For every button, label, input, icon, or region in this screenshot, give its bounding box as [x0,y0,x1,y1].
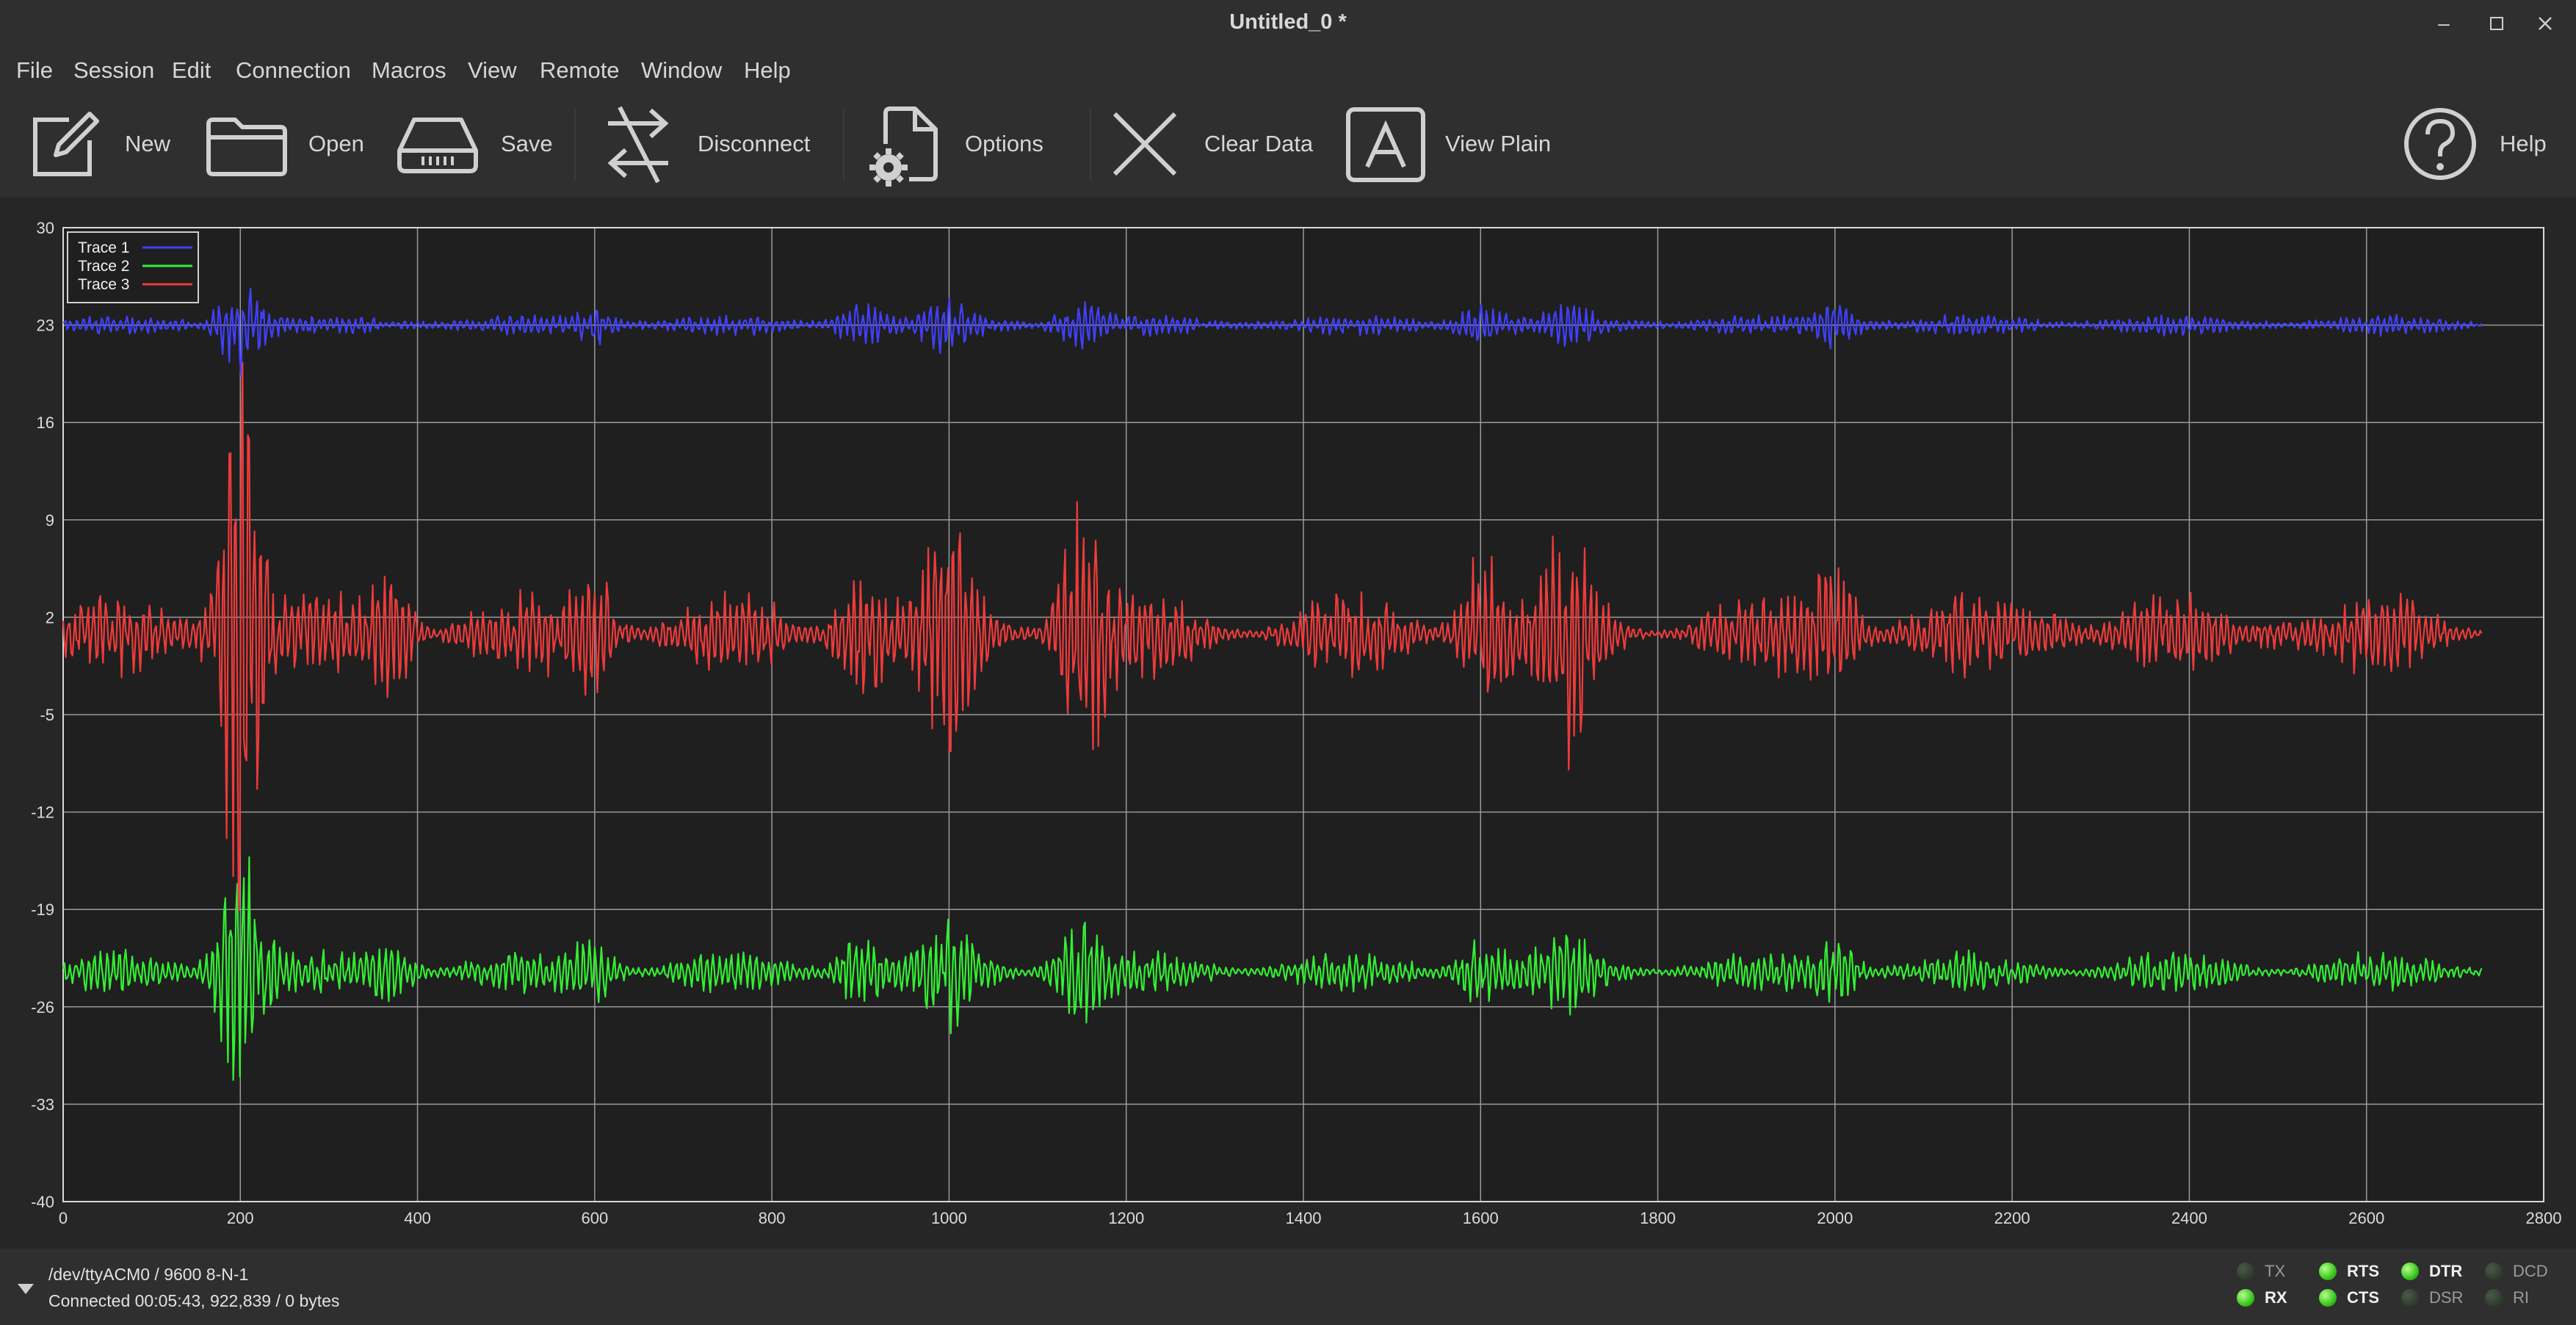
toolbar: New Open Save Disconnect Options Clear D… [0,93,2576,198]
text-view-icon [1346,107,1425,182]
x-tick-label: 400 [404,1209,431,1227]
x-tick-label: 1200 [1108,1209,1144,1227]
disconnect-icon [607,106,669,184]
tx-led-icon [2237,1263,2254,1280]
signal-rx: RX [2237,1288,2287,1307]
clear-icon [1112,112,1177,176]
view-plain-label: View Plain [1445,131,1552,156]
disconnect-label: Disconnect [698,131,811,156]
x-tick-label: 800 [759,1209,786,1227]
x-tick-label: 1000 [931,1209,967,1227]
x-axis-ticks: 0 200 400 600 800 1000 1200 1400 1600 1800 2000 220… [59,1209,2562,1227]
x-tick-label: 2600 [2348,1209,2384,1227]
x-tick-label: 200 [227,1209,254,1227]
chevron-down-icon[interactable] [16,1282,35,1296]
save-button[interactable]: Save [394,100,553,188]
title-bar: Untitled_0 * – [0,0,2576,48]
rts-led-icon [2319,1263,2337,1280]
signal-dcd: DCD [2485,1262,2548,1281]
x-tick-label: 1600 [1463,1209,1499,1227]
legend-label-trace-1: Trace 1 [78,239,129,256]
clear-data-label: Clear Data [1204,131,1314,156]
settings-document-icon [869,106,938,187]
x-tick-label: 600 [581,1209,608,1227]
menu-bar: File Session Edit Connection Macros View… [0,47,2576,93]
ri-led-icon [2485,1289,2503,1307]
x-tick-label: 2200 [1994,1209,2030,1227]
x-tick-label: 1400 [1286,1209,1322,1227]
toolbar-separator [574,109,576,181]
menu-edit[interactable]: Edit [172,57,211,84]
y-tick-label: 9 [46,511,54,530]
legend: Trace 1 Trace 2 Trace 3 [67,231,199,303]
signal-cts: CTS [2319,1288,2379,1307]
signal-rts: RTS [2319,1262,2379,1281]
cts-led-icon [2319,1289,2337,1307]
y-tick-label: 23 [37,317,54,335]
y-tick-label: 30 [37,219,54,237]
save-label: Save [501,131,553,156]
legend-label-trace-3: Trace 3 [78,276,129,293]
x-tick-label: 2400 [2171,1209,2207,1227]
plot-panel: 30 23 16 9 2 -5 -12 -19 -26 -33 -40 0 200 400 600 800 1… [0,198,2576,1249]
menu-view[interactable]: View [468,57,517,84]
signal-dsr: DSR [2401,1288,2463,1307]
help-icon [2404,108,2476,180]
legend-label-trace-2: Trace 2 [78,258,129,275]
dtr-led-icon [2401,1263,2419,1280]
menu-macros[interactable]: Macros [372,57,446,84]
new-button[interactable]: New [25,100,170,188]
x-tick-label: 0 [59,1209,68,1227]
y-tick-label: 2 [46,608,54,627]
help-label: Help [2500,131,2547,156]
menu-session[interactable]: Session [73,57,154,84]
drive-icon [397,118,478,173]
open-label: Open [308,131,364,156]
signal-tx: TX [2237,1262,2285,1281]
y-tick-label: -12 [31,804,54,822]
y-tick-label: -40 [31,1193,54,1211]
menu-help[interactable]: Help [744,57,791,84]
menu-window[interactable]: Window [641,57,722,84]
clear-data-button[interactable]: Clear Data [1104,100,1313,188]
help-button[interactable]: Help [2400,100,2547,188]
signal-ri: RI [2485,1288,2529,1307]
menu-remote[interactable]: Remote [540,57,620,84]
options-label: Options [965,131,1043,156]
window-title: Untitled_0 * [1229,10,1347,34]
close-button[interactable] [2530,9,2560,38]
new-label: New [125,131,171,156]
y-tick-label: -33 [31,1095,54,1113]
rx-led-icon [2237,1289,2254,1307]
maximize-button[interactable] [2482,9,2511,38]
menu-file[interactable]: File [16,57,53,84]
y-axis-ticks: 30 23 16 9 2 -5 -12 -19 -26 -33 -40 [31,219,54,1211]
disconnect-button[interactable]: Disconnect [598,100,810,188]
signal-dtr: DTR [2401,1262,2462,1281]
toolbar-separator [843,109,844,181]
line-chart[interactable]: 30 23 16 9 2 -5 -12 -19 -26 -33 -40 0 200 400 600 800 1… [0,198,2576,1249]
view-plain-button[interactable]: View Plain [1345,100,1551,188]
options-button[interactable]: Options [865,100,1043,188]
minimize-button[interactable]: – [2429,9,2459,38]
x-tick-label: 1800 [1640,1209,1676,1227]
x-tick-label: 2800 [2526,1209,2562,1227]
x-tick-label: 2000 [1817,1209,1853,1227]
y-tick-label: -26 [31,998,54,1017]
close-icon [2539,17,2552,30]
y-tick-label: -19 [31,900,54,919]
dsr-led-icon [2401,1289,2419,1307]
toolbar-separator [1090,109,1091,181]
y-tick-label: -5 [40,706,54,724]
connection-status: Connected 00:05:43, 922,839 / 0 bytes [48,1291,340,1310]
open-button[interactable]: Open [204,100,364,188]
new-document-icon [33,112,99,176]
port-settings: /dev/ttyACM0 / 9600 8-N-1 [48,1265,249,1284]
maximize-icon [2490,17,2503,30]
y-tick-label: 16 [37,414,54,432]
dcd-led-icon [2485,1263,2503,1280]
folder-icon [206,118,287,176]
menu-connection[interactable]: Connection [236,57,351,84]
status-bar: /dev/ttyACM0 / 9600 8-N-1 Connected 00:0… [0,1249,2576,1325]
